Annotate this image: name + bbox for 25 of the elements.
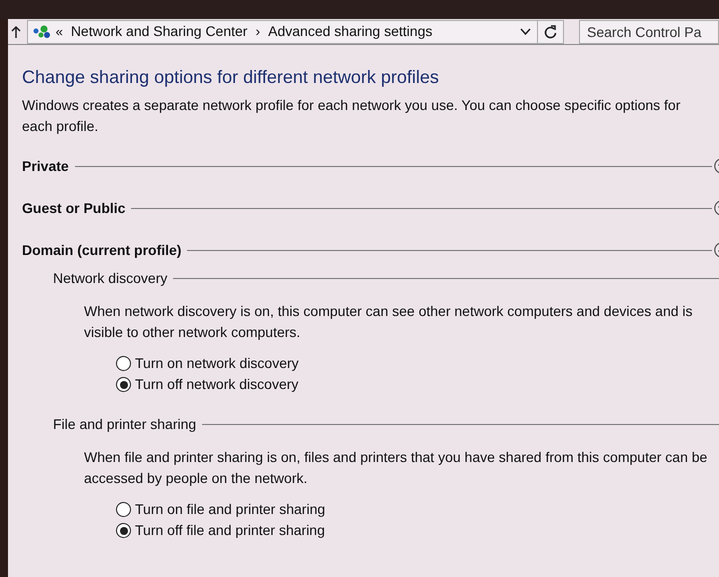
page-heading: Change sharing options for different network profiles [22,66,440,89]
radio-button[interactable] [116,377,131,392]
option-label[interactable]: Turn off network discovery [135,374,298,395]
radio-button[interactable] [116,356,131,371]
section-title: File and printer sharing [53,414,196,434]
section-title: Network discovery [53,268,168,288]
address-field[interactable]: « Network and Sharing Center › Advanced sharing settings [26,20,564,44]
search-field[interactable]: Search Control Pa [579,20,719,44]
radio-button[interactable] [116,502,131,517]
breadcrumb-separator[interactable]: › [255,21,260,42]
description-text: When network discovery is on, this computer can see other network computers and devices and is visible to other network computers. [84,302,694,342]
description-text: When file and printer sharing is on, files and printers that you have shared from this computer can be accessed by people on the network. [84,448,708,488]
profile-header[interactable]: Domain (current profile) [22,240,182,260]
profile-header[interactable]: Private [22,156,69,176]
option-label[interactable]: Turn on network discovery [135,353,299,374]
option-label[interactable]: Turn off file and printer sharing [135,520,325,541]
network-icon [32,24,52,38]
option-label[interactable]: Turn on file and printer sharing [135,499,326,520]
overflow-chevron[interactable]: « [56,22,63,42]
breadcrumb-link[interactable]: Advanced sharing settings [268,21,432,42]
breadcrumb-link[interactable]: Network and Sharing Center [70,21,248,42]
description-text: Windows creates a separate network profile for each network you use. You can choose specific options for each profile. [22,96,682,136]
profile-header[interactable]: Guest or Public [22,198,126,218]
radio-button[interactable] [116,523,131,538]
dropdown-chevron-icon[interactable] [520,28,531,36]
